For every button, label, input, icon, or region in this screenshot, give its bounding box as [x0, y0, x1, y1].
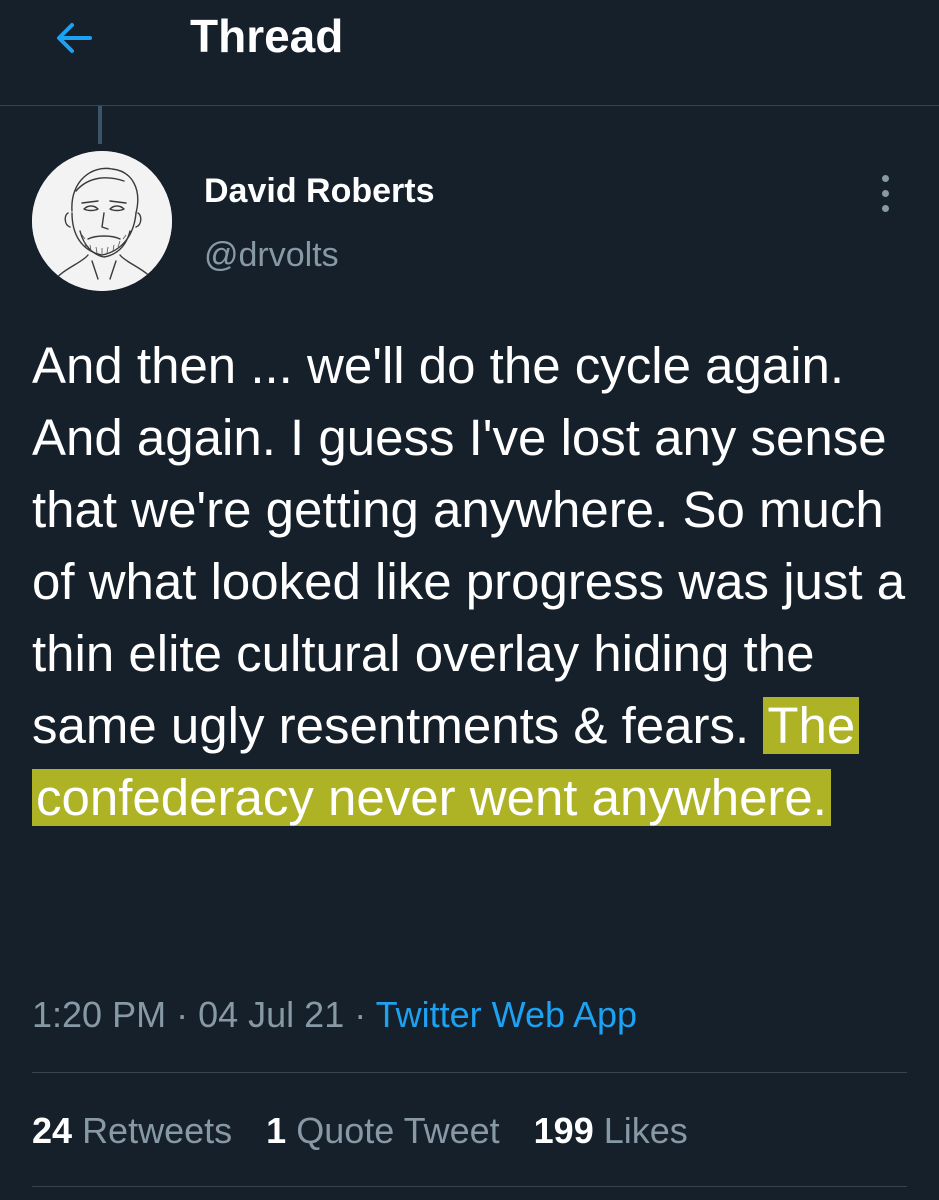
more-vertical-icon-dot	[881, 204, 889, 212]
tweet-time[interactable]: 1:20 PM	[32, 994, 166, 1035]
retweets-count: 24	[32, 1110, 73, 1151]
meta-separator: ·	[176, 994, 189, 1035]
thread-page: Thread David Roberts @drvolts And then .…	[0, 0, 939, 1200]
author-name[interactable]: David Roberts	[204, 170, 435, 212]
top-bar: Thread	[0, 0, 939, 106]
arrow-left-icon[interactable]	[52, 16, 96, 60]
quotes-count: 1	[266, 1110, 287, 1151]
author-handle[interactable]: @drvolts	[204, 234, 339, 276]
retweets-stat[interactable]: 24 Retweets	[32, 1108, 232, 1154]
retweets-label: Retweets	[82, 1110, 233, 1151]
meta-separator: ·	[354, 994, 367, 1035]
tweet-date[interactable]: 04 Jul 21	[198, 994, 344, 1035]
tweet-text-plain: And then ... we'll do the cycle again. A…	[32, 337, 906, 754]
more-vertical-icon	[881, 174, 889, 182]
likes-count: 199	[533, 1110, 594, 1151]
divider	[32, 1072, 907, 1073]
quotes-label: Quote Tweet	[296, 1110, 500, 1151]
avatar[interactable]	[32, 151, 172, 291]
more-options-button[interactable]	[868, 170, 902, 216]
back-button[interactable]	[44, 10, 104, 66]
tweet-meta: 1:20 PM · 04 Jul 21 · Twitter Web App	[32, 992, 637, 1038]
likes-label: Likes	[603, 1110, 688, 1151]
more-vertical-icon-dot	[881, 189, 889, 197]
thread-connector-line	[98, 106, 102, 144]
page-title: Thread	[190, 10, 344, 62]
divider	[32, 1186, 907, 1187]
avatar-sketch-image	[32, 151, 172, 291]
likes-stat[interactable]: 199 Likes	[534, 1108, 688, 1154]
tweet-text: And then ... we'll do the cycle again. A…	[32, 330, 912, 834]
tweet-source-link[interactable]: Twitter Web App	[376, 994, 637, 1035]
tweet-stats: 24 Retweets 1 Quote Tweet 199 Likes	[32, 1108, 688, 1154]
quote-tweets-stat[interactable]: 1 Quote Tweet	[266, 1108, 500, 1154]
